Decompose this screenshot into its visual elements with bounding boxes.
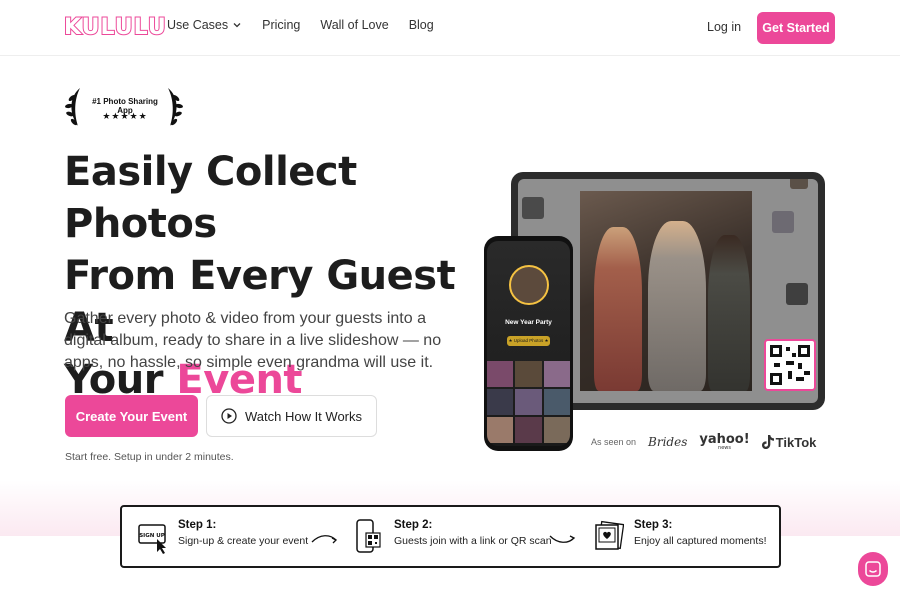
- slideshow-photo: [580, 191, 752, 391]
- grid-photo: [487, 417, 514, 443]
- as-seen-on-label: As seen on: [591, 437, 637, 447]
- nav-blog[interactable]: Blog: [409, 18, 434, 32]
- qr-code: [764, 339, 816, 391]
- nav-pricing[interactable]: Pricing: [262, 18, 300, 32]
- arrow-right-icon: [311, 535, 338, 544]
- brides-logo: Brides: [648, 435, 688, 449]
- setup-note: Start free. Setup in under 2 minutes.: [65, 451, 234, 463]
- grid-photo: [543, 389, 570, 415]
- phone-event-title: New Year Party: [505, 319, 552, 326]
- arrow-right-icon: [549, 535, 576, 543]
- tiktok-icon: [761, 435, 774, 449]
- yahoo-news-logo: yahoo! news: [699, 433, 749, 451]
- step-1-text: Step 1: Sign-up & create your event: [178, 519, 308, 547]
- phone-photo-grid: [487, 361, 570, 443]
- step-2-title: Step 2:: [394, 519, 433, 531]
- step-2-desc: Guests join with a link or QR scan: [394, 535, 552, 547]
- play-circle-icon: [221, 408, 237, 424]
- nav-wall-of-love-label: Wall of Love: [320, 18, 389, 32]
- grid-photo: [487, 361, 514, 387]
- step-2: Step 2: Guests join with a link or QR sc…: [354, 519, 552, 555]
- sign-up-icon: SIGN UP: [138, 524, 166, 554]
- grid-photo: [543, 417, 570, 443]
- login-link[interactable]: Log in: [707, 20, 741, 34]
- tiktok-logo: TikTok: [761, 434, 817, 450]
- create-event-button[interactable]: Create Your Event: [65, 395, 198, 437]
- phone-qr-icon: [356, 519, 381, 553]
- slideshow-thumbnail: [772, 211, 794, 233]
- site-header: KULULU Use Cases Pricing Wall of Love Bl…: [0, 0, 900, 56]
- tiktok-label: TikTok: [775, 434, 817, 450]
- guest-figure: [708, 235, 750, 391]
- nav-blog-label: Blog: [408, 18, 434, 32]
- photo-stack-icon: [595, 520, 624, 550]
- guest-figure: [594, 227, 642, 391]
- step-3-title: Step 3:: [634, 519, 673, 531]
- kululu-logo[interactable]: KULULU: [63, 14, 167, 41]
- phone-screen: New Year Party ★ Upload Photos ★: [487, 241, 570, 446]
- chat-widget-button[interactable]: [858, 552, 888, 586]
- step-1: SIGN UP Step 1: Sign-up & create your ev…: [138, 519, 308, 555]
- watch-video-button[interactable]: Watch How It Works: [206, 395, 377, 437]
- rating-stars: ★★★★★: [102, 111, 148, 121]
- slideshow-thumbnail: [790, 179, 808, 189]
- watch-video-label: Watch How It Works: [244, 408, 363, 424]
- grid-photo: [515, 417, 542, 443]
- step-2-text: Step 2: Guests join with a link or QR sc…: [394, 519, 552, 547]
- grid-photo: [543, 361, 570, 387]
- grid-photo: [515, 389, 542, 415]
- step-3-desc: Enjoy all captured moments!: [634, 535, 767, 547]
- nav-use-cases-label: Use Cases: [167, 18, 229, 32]
- chevron-down-icon: [233, 23, 241, 28]
- main-nav: Use Cases Pricing Wall of Love Blog: [167, 18, 434, 32]
- steps-panel: SIGN UP Step 1: Sign-up & create your ev…: [120, 505, 781, 568]
- step-3-text: Step 3: Enjoy all captured moments!: [634, 519, 766, 547]
- qr-code-icon: [770, 345, 810, 385]
- grid-photo: [487, 389, 514, 415]
- step-1-desc: Sign-up & create your event: [178, 535, 309, 547]
- nav-use-cases[interactable]: Use Cases: [167, 18, 242, 32]
- sign-up-icon-text: SIGN UP: [139, 533, 165, 539]
- grid-photo: [515, 361, 542, 387]
- get-started-button[interactable]: Get Started: [757, 12, 835, 44]
- guest-figure: [648, 221, 706, 391]
- logo-text: KULULU: [63, 14, 167, 41]
- event-avatar: [509, 265, 549, 305]
- nav-wall-of-love[interactable]: Wall of Love: [320, 18, 388, 32]
- slideshow-thumbnail: [786, 283, 808, 305]
- award-badge: #1 Photo Sharing App ★★★★★: [62, 84, 186, 132]
- phone-upload-tag: ★ Upload Photos ★: [507, 336, 550, 346]
- slideshow-thumbnail: [522, 197, 544, 219]
- headline-line-1: Easily Collect Photos: [64, 149, 357, 247]
- chat-icon: [865, 561, 881, 577]
- step-3: Step 3: Enjoy all captured moments!: [594, 519, 766, 555]
- nav-pricing-label: Pricing: [262, 18, 301, 32]
- hero-subtext: Gather every photo & video from your gue…: [64, 310, 442, 371]
- as-seen-on: As seen on Brides yahoo! news TikTok: [591, 433, 816, 451]
- step-1-title: Step 1:: [178, 519, 217, 531]
